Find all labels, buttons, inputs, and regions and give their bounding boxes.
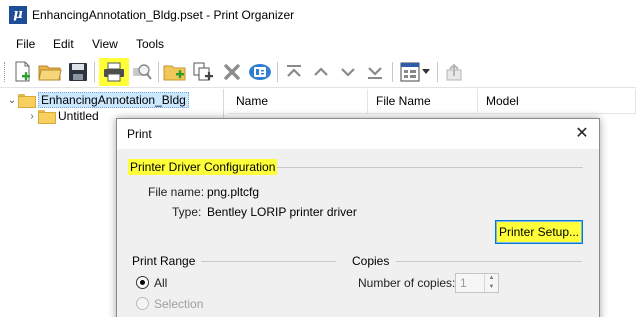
stepper-buttons[interactable]: ▲ ▼: [484, 274, 498, 292]
print-range-all-label[interactable]: All: [154, 276, 167, 290]
toolbar: [0, 56, 636, 88]
menu-view[interactable]: View: [92, 37, 118, 51]
toolbar-separator: [437, 62, 438, 82]
type-label: Type:: [172, 205, 202, 219]
print-preview-icon[interactable]: [129, 59, 155, 85]
stepper-down-icon[interactable]: ▼: [485, 283, 498, 292]
print-range-selection-radio[interactable]: [136, 297, 149, 310]
file-name-label: File name:: [148, 185, 205, 199]
print-range-header: Print Range: [132, 254, 196, 268]
export-icon[interactable]: [441, 59, 467, 85]
window-title: EnhancingAnnotation_Bldg.pset - Print Or…: [32, 8, 295, 22]
number-of-copies-label: Number of copies:: [358, 276, 456, 290]
driver-group-header: Printer Driver Configuration: [128, 159, 278, 175]
printer-setup-button[interactable]: Printer Setup...: [495, 220, 583, 244]
copies-value[interactable]: 1: [460, 276, 467, 290]
toolbar-separator: [392, 62, 393, 82]
copies-header: Copies: [352, 254, 390, 268]
header-divider: [228, 113, 636, 114]
menu-tools[interactable]: Tools: [136, 37, 164, 51]
group-divider: [201, 261, 336, 262]
move-up-icon[interactable]: [308, 59, 334, 85]
group-divider: [277, 167, 583, 168]
column-header-name[interactable]: Name: [228, 89, 368, 113]
move-top-icon[interactable]: [281, 59, 307, 85]
folder-icon: [18, 94, 36, 108]
properties-icon[interactable]: [247, 59, 273, 85]
move-down-icon[interactable]: [335, 59, 361, 85]
menu-file[interactable]: File: [16, 37, 35, 51]
toolbar-separator: [277, 62, 278, 82]
print-icon[interactable]: [99, 58, 129, 86]
tree-item-label: EnhancingAnnotation_Bldg: [38, 92, 189, 108]
app-icon: μ: [9, 6, 27, 24]
dropdown-arrow-icon[interactable]: [420, 59, 432, 85]
print-range-selection-label[interactable]: Selection: [154, 297, 203, 311]
new-set-icon[interactable]: [10, 59, 36, 85]
folder-icon: [38, 110, 56, 124]
menu-bar: File Edit View Tools: [0, 34, 636, 54]
toolbar-separator: [94, 62, 95, 82]
add-files-icon[interactable]: [190, 59, 216, 85]
tree-item-label: Untitled: [58, 109, 99, 123]
delete-icon[interactable]: [219, 59, 245, 85]
type-value: Bentley LORIP printer driver: [207, 205, 357, 219]
group-divider: [396, 261, 582, 262]
print-range-all-radio[interactable]: [136, 276, 149, 289]
close-icon[interactable]: ✕: [569, 121, 595, 147]
tree-item-untitled[interactable]: › Untitled: [26, 107, 99, 125]
menu-edit[interactable]: Edit: [53, 37, 74, 51]
stepper-up-icon[interactable]: ▲: [485, 274, 498, 283]
copies-stepper[interactable]: 1 ▲ ▼: [455, 273, 499, 293]
save-icon[interactable]: [65, 59, 91, 85]
print-dialog: Print ✕ Printer Driver Configuration Fil…: [116, 118, 600, 317]
add-folder-icon[interactable]: [162, 59, 188, 85]
dialog-title-bar: Print ✕: [117, 119, 599, 149]
expand-chevron-icon[interactable]: ›: [26, 111, 38, 122]
collapse-chevron-icon[interactable]: ⌄: [6, 95, 18, 106]
file-name-value: png.pltcfg: [207, 185, 260, 199]
toolbar-grip[interactable]: [4, 62, 6, 82]
open-folder-icon[interactable]: [37, 59, 63, 85]
column-header-file-name[interactable]: File Name: [368, 89, 478, 113]
dialog-title: Print: [127, 127, 152, 141]
title-bar: μ EnhancingAnnotation_Bldg.pset - Print …: [0, 0, 636, 30]
toolbar-separator: [158, 62, 159, 82]
column-header-model[interactable]: Model: [478, 89, 636, 113]
move-bottom-icon[interactable]: [362, 59, 388, 85]
